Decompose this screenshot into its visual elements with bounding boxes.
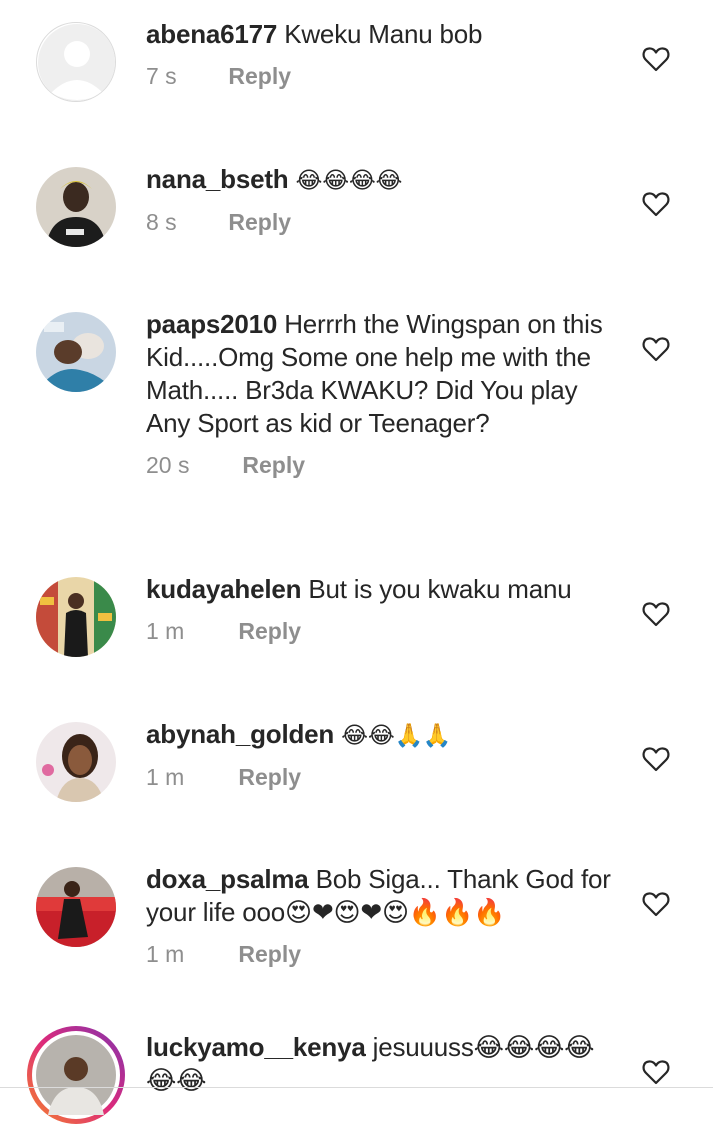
comment-username[interactable]: kudayahelen (146, 574, 302, 604)
comment-timestamp: 1 m (146, 618, 185, 644)
comment-timestamp: 20 s (146, 452, 190, 478)
heart-outline-icon[interactable] (642, 601, 670, 627)
comment-content: abynah_golden 😂😂🙏🙏 1 m Reply (146, 718, 616, 791)
comment-body: abynah_golden 😂😂🙏🙏 (146, 718, 616, 752)
comment-timestamp: 7 s (146, 63, 177, 89)
comment-text: 😂😂🙏🙏 (341, 722, 452, 748)
comment-content: abena6177 Kweku Manu bob 7 s Reply (146, 18, 616, 90)
heart-outline-icon[interactable] (642, 746, 670, 772)
user-avatar-story-ring[interactable] (27, 1026, 125, 1124)
heart-outline-icon[interactable] (642, 1059, 670, 1085)
comment-content: kudayahelen But is you kwaku manu 1 m Re… (146, 573, 616, 645)
user-avatar[interactable] (36, 312, 116, 392)
reply-button[interactable]: Reply (238, 618, 301, 644)
reply-button[interactable]: Reply (228, 209, 291, 235)
comment-username[interactable]: doxa_psalma (146, 864, 309, 894)
comment-content: doxa_psalma Bob Siga... Thank God for yo… (146, 863, 616, 968)
user-avatar[interactable] (36, 577, 116, 657)
comment-timestamp: 8 s (146, 209, 177, 235)
comment-timestamp: 1 m (146, 941, 185, 967)
user-avatar[interactable] (36, 722, 116, 802)
reply-button[interactable]: Reply (238, 764, 301, 790)
comment-text: 😂😂😂😂 (295, 167, 403, 193)
comment-body: paaps2010 Herrrh the Wingspan on this Ki… (146, 308, 616, 440)
heart-outline-icon[interactable] (642, 191, 670, 217)
comment-body: doxa_psalma Bob Siga... Thank God for yo… (146, 863, 616, 929)
comment-content: paaps2010 Herrrh the Wingspan on this Ki… (146, 308, 616, 479)
divider (0, 1087, 713, 1088)
comment-meta: 8 s Reply (146, 209, 616, 236)
reply-button[interactable]: Reply (238, 941, 301, 967)
comment-meta: 20 s Reply (146, 452, 616, 479)
comment-meta: 1 m Reply (146, 941, 616, 968)
heart-outline-icon[interactable] (642, 336, 670, 362)
comment-username[interactable]: nana_bseth (146, 164, 289, 194)
comment-content: nana_bseth 😂😂😂😂 8 s Reply (146, 163, 616, 236)
reply-button[interactable]: Reply (228, 63, 291, 89)
comment-username[interactable]: abynah_golden (146, 719, 334, 749)
reply-button[interactable]: Reply (242, 452, 305, 478)
comment-body: nana_bseth 😂😂😂😂 (146, 163, 616, 197)
default-avatar-icon[interactable] (36, 22, 116, 102)
heart-outline-icon[interactable] (642, 891, 670, 917)
comment-meta: 1 m Reply (146, 618, 616, 645)
comment-username[interactable]: paaps2010 (146, 309, 277, 339)
comment-body: kudayahelen But is you kwaku manu (146, 573, 616, 606)
comment-text: Kweku Manu bob (284, 19, 483, 49)
user-avatar[interactable] (36, 867, 116, 947)
comment-username[interactable]: luckyamo__kenya (146, 1032, 366, 1062)
comment-username[interactable]: abena6177 (146, 19, 277, 49)
comment-timestamp: 1 m (146, 764, 185, 790)
comment-text: But is you kwaku manu (308, 574, 572, 604)
user-avatar[interactable] (36, 167, 116, 247)
comment-meta: 1 m Reply (146, 764, 616, 791)
comment-meta: 7 s Reply (146, 63, 616, 90)
heart-outline-icon[interactable] (642, 46, 670, 72)
comment-body: abena6177 Kweku Manu bob (146, 18, 616, 51)
